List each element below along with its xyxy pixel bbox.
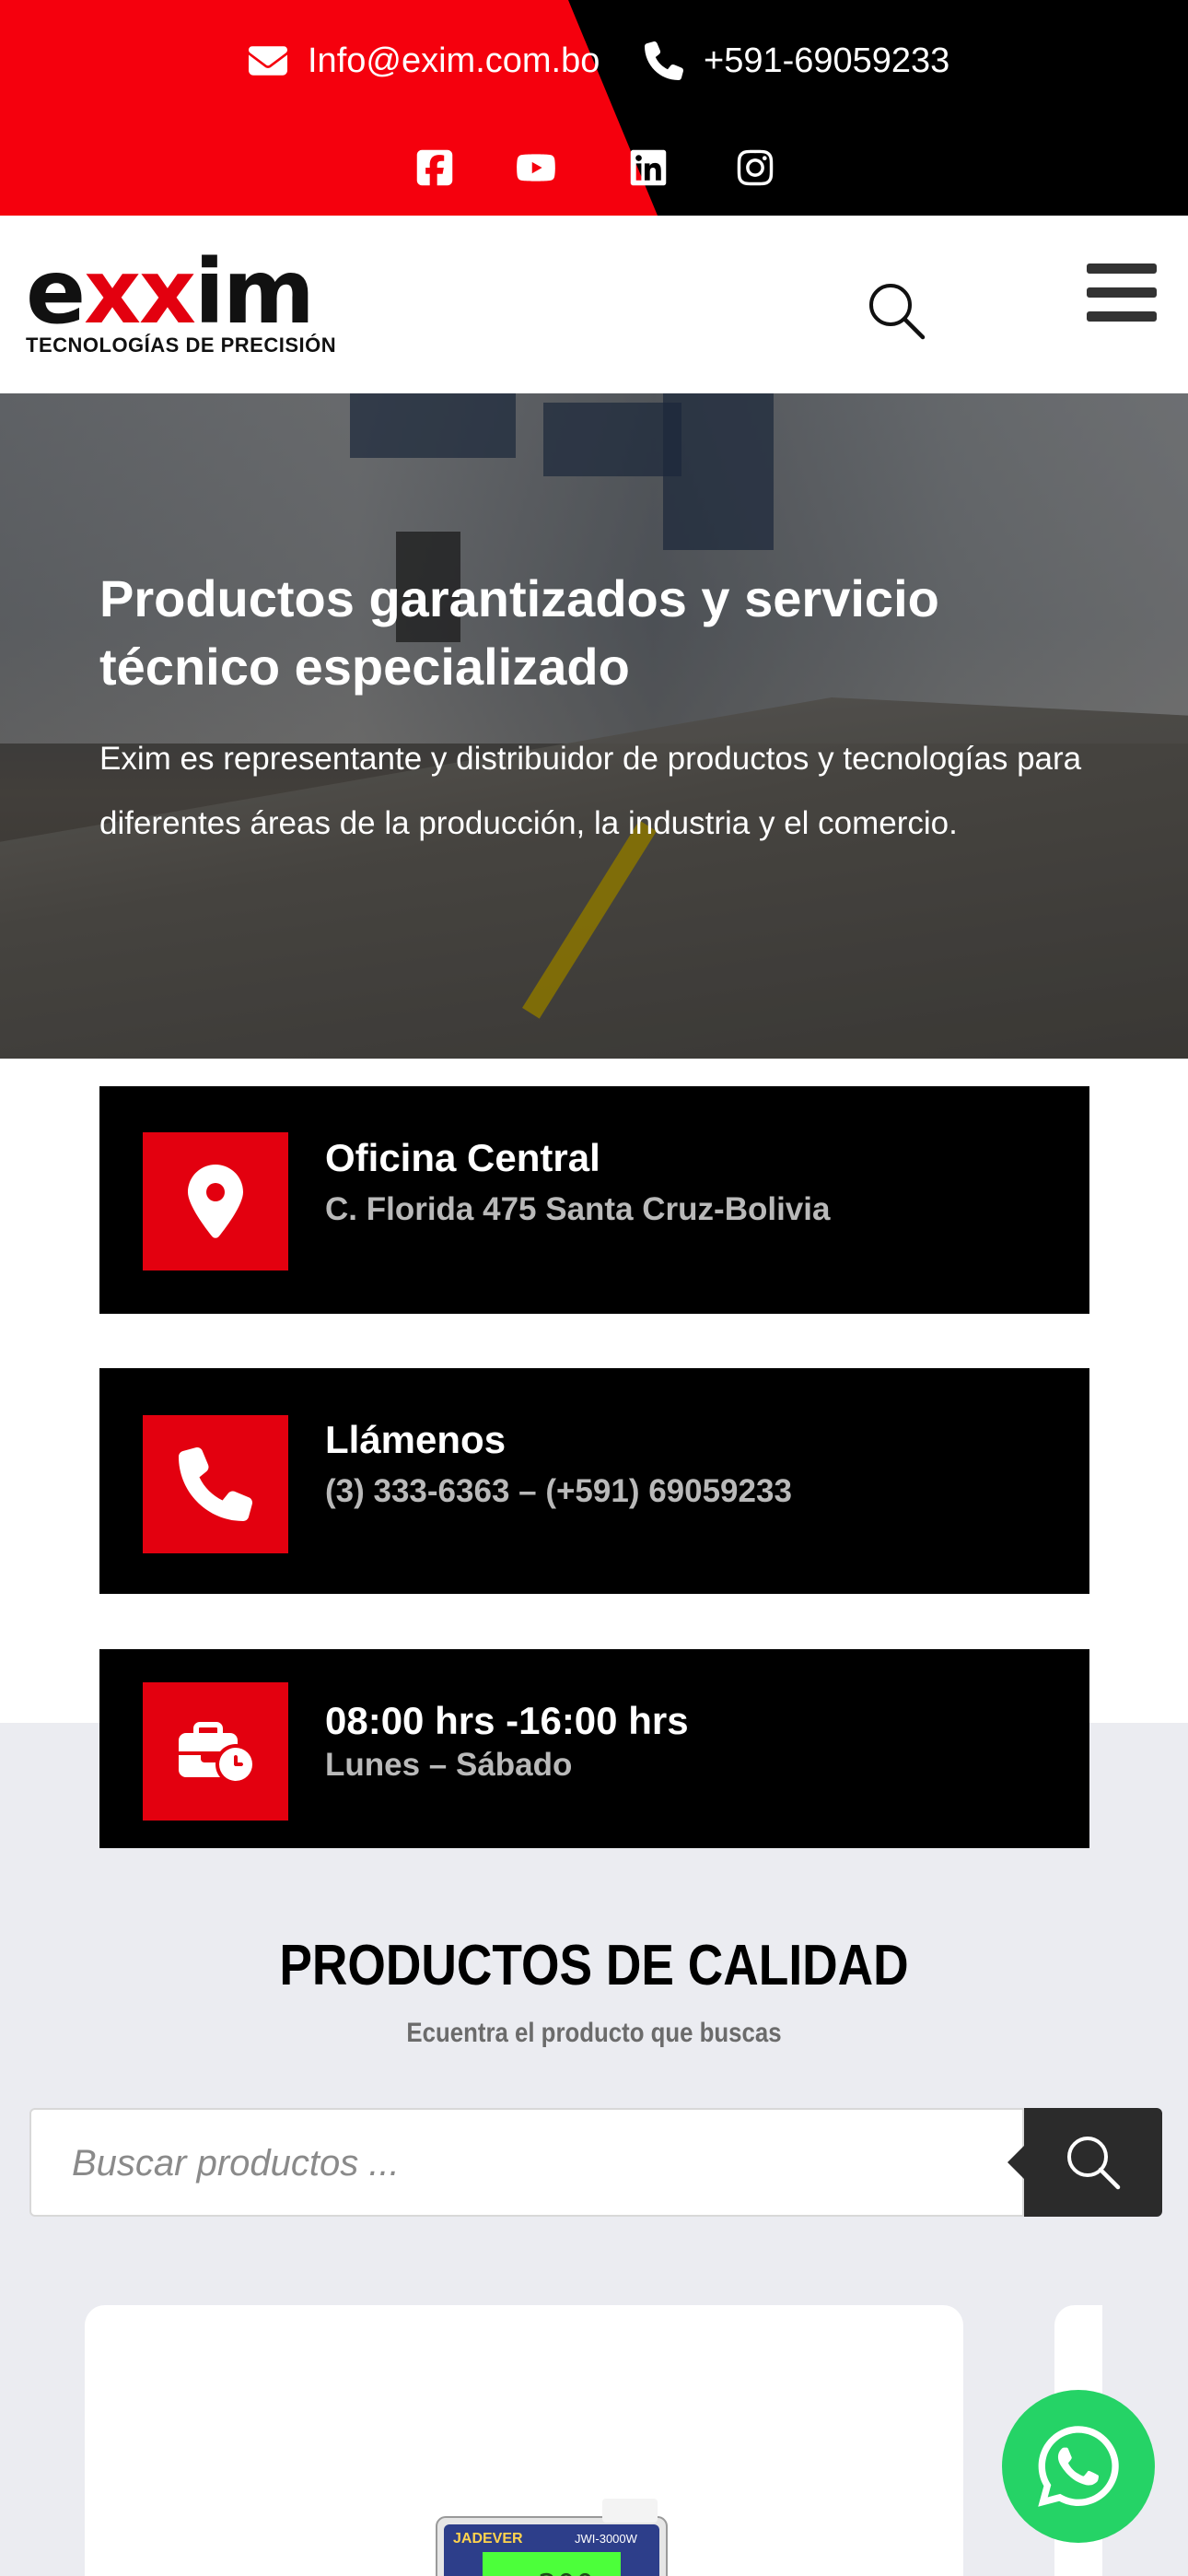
header-search-button[interactable] [866, 280, 926, 341]
product-brand-label: JADEVER [453, 2531, 523, 2547]
logo-tagline: TECNOLOGÍAS DE PRECISIÓN [26, 334, 337, 357]
instagram-icon [737, 149, 774, 186]
whatsapp-button[interactable] [1002, 2390, 1155, 2543]
phone-icon [645, 41, 683, 80]
page: Info@exim.com.bo +591-69059233 exxim TEC… [0, 0, 1188, 2576]
product-display-value: 200 [538, 2568, 594, 2576]
phone-icon [179, 1447, 252, 1521]
social-links [0, 147, 1188, 193]
product-search-button[interactable] [1007, 2108, 1162, 2217]
info-title: Llámenos [325, 1418, 507, 1461]
hero-banner: Productos garantizados y servicio técnic… [0, 393, 1188, 1059]
exim-logo[interactable]: exxim TECNOLOGÍAS DE PRECISIÓN [26, 240, 357, 358]
business-time-icon [179, 1722, 252, 1781]
hero-overlay [0, 393, 1188, 1059]
info-icon-box [143, 1415, 288, 1553]
contact-row: Info@exim.com.bo +591-69059233 [0, 33, 1188, 88]
site-header: exxim TECNOLOGÍAS DE PRECISIÓN [0, 216, 1188, 393]
youtube-icon [517, 154, 555, 181]
envelope-icon [249, 46, 287, 76]
facebook-link[interactable] [414, 147, 455, 188]
info-subtitle: Lunes – Sábado [325, 1747, 573, 1783]
hamburger-menu-icon[interactable] [1087, 263, 1157, 326]
products-section-title: PRODUCTOS DE CALIDAD [279, 1934, 909, 1997]
info-icon-box [143, 1132, 288, 1270]
product-search-input[interactable] [72, 2130, 974, 2196]
facebook-icon [416, 149, 453, 186]
hero-subtitle: Exim es representante y distribuidor de … [99, 741, 1082, 841]
phone-link[interactable]: +591-69059233 [645, 33, 949, 88]
products-section-subtitle: Ecuentra el producto que buscas [406, 2018, 782, 2048]
product-card[interactable]: JADEVER JWI-3000W 200 [85, 2305, 963, 2576]
info-title: Oficina Central [325, 1136, 600, 1179]
info-subtitle: (3) 333-6363 – (+591) 69059233 [325, 1473, 792, 1509]
hero-title: Productos garantizados y servicio técnic… [99, 569, 939, 696]
phone-text: +591-69059233 [704, 41, 950, 80]
product-model-label: JWI-3000W [575, 2532, 638, 2546]
product-image: JADEVER JWI-3000W 200 [436, 2499, 668, 2576]
product-search-box [29, 2108, 1024, 2217]
search-icon [869, 284, 926, 340]
linkedin-icon [630, 149, 667, 186]
youtube-link[interactable] [516, 147, 556, 188]
info-card-phone: Llámenos (3) 333-6363 – (+591) 69059233 [99, 1368, 1089, 1594]
info-icon-box [143, 1682, 288, 1821]
info-card-hours: 08:00 hrs -16:00 hrs Lunes – Sábado [99, 1649, 1089, 1848]
top-contact-bar: Info@exim.com.bo +591-69059233 [0, 0, 1188, 216]
logo-wordmark: exxim [26, 240, 315, 344]
search-icon [1067, 2137, 1121, 2190]
map-pin-icon [188, 1165, 243, 1238]
email-link[interactable]: Info@exim.com.bo [249, 33, 600, 88]
linkedin-link[interactable] [628, 147, 669, 188]
whatsapp-icon [1038, 2426, 1119, 2507]
email-text: Info@exim.com.bo [308, 41, 600, 80]
info-subtitle: C. Florida 475 Santa Cruz-Bolivia [325, 1191, 831, 1227]
instagram-link[interactable] [735, 147, 775, 188]
info-card-office: Oficina Central C. Florida 475 Santa Cru… [99, 1086, 1089, 1314]
info-title: 08:00 hrs -16:00 hrs [325, 1699, 689, 1742]
